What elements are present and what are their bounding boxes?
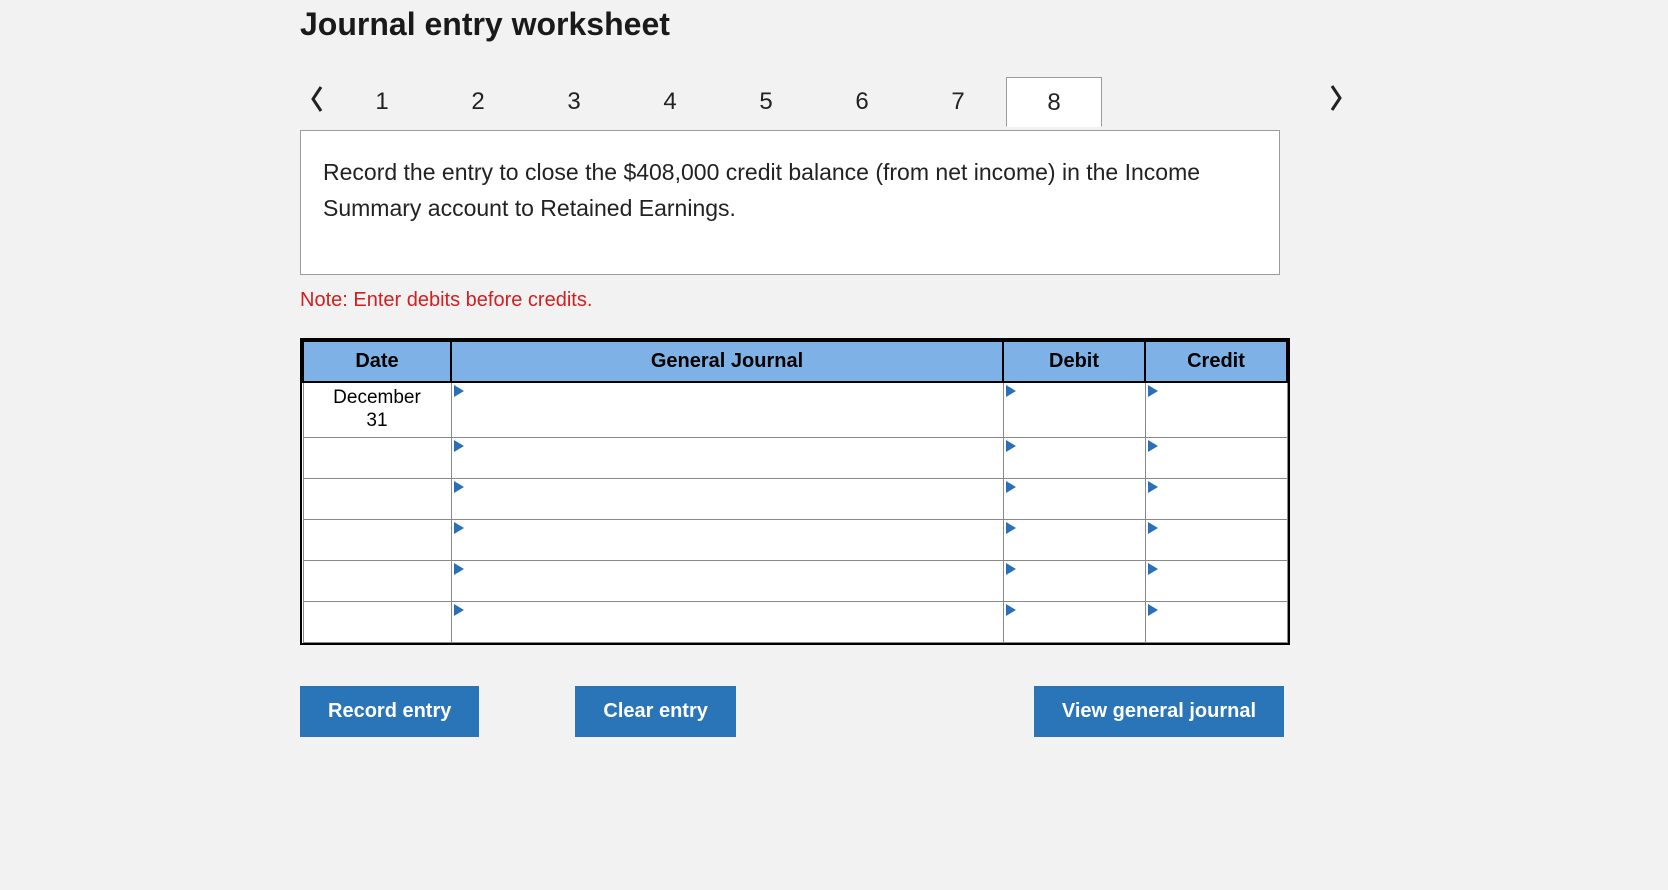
general-journal-cell[interactable] — [451, 560, 1003, 601]
dropdown-indicator-icon — [1148, 481, 1158, 493]
general-journal-cell[interactable] — [451, 382, 1003, 437]
dropdown-indicator-icon — [454, 563, 464, 575]
tab-5[interactable]: 5 — [718, 76, 814, 126]
tab-4[interactable]: 4 — [622, 76, 718, 126]
general-journal-cell[interactable] — [451, 478, 1003, 519]
view-general-journal-button[interactable]: View general journal — [1034, 686, 1284, 737]
tab-6[interactable]: 6 — [814, 76, 910, 126]
credit-cell[interactable] — [1145, 478, 1287, 519]
dropdown-indicator-icon — [1006, 440, 1016, 452]
journal-table-wrap: Date General Journal Debit Credit Decemb… — [300, 338, 1290, 645]
record-entry-button[interactable]: Record entry — [300, 686, 479, 737]
tab-1[interactable]: 1 — [334, 76, 430, 126]
page-title: Journal entry worksheet — [300, 6, 1668, 43]
dropdown-indicator-icon — [454, 385, 464, 397]
note-text: Note: Enter debits before credits. — [300, 289, 1668, 312]
dropdown-indicator-icon — [1006, 604, 1016, 616]
dropdown-indicator-icon — [454, 440, 464, 452]
date-cell[interactable] — [303, 560, 451, 601]
general-journal-cell[interactable] — [451, 437, 1003, 478]
date-cell[interactable]: December31 — [303, 382, 451, 437]
chevron-right-icon — [1328, 84, 1344, 117]
clear-entry-button[interactable]: Clear entry — [575, 686, 736, 737]
col-date: Date — [303, 341, 451, 382]
journal-table: Date General Journal Debit Credit Decemb… — [302, 340, 1288, 643]
debit-cell[interactable] — [1003, 601, 1145, 642]
dropdown-indicator-icon — [454, 522, 464, 534]
dropdown-indicator-icon — [1006, 481, 1016, 493]
credit-cell[interactable] — [1145, 519, 1287, 560]
table-row — [303, 478, 1287, 519]
credit-cell[interactable] — [1145, 601, 1287, 642]
credit-cell[interactable] — [1145, 560, 1287, 601]
instruction-text: Record the entry to close the $408,000 c… — [323, 159, 1200, 221]
table-row — [303, 560, 1287, 601]
table-row — [303, 601, 1287, 642]
date-cell[interactable] — [303, 478, 451, 519]
dropdown-indicator-icon — [1148, 440, 1158, 452]
chevron-left-icon — [309, 85, 325, 118]
general-journal-cell[interactable] — [451, 519, 1003, 560]
dropdown-indicator-icon — [1006, 522, 1016, 534]
date-cell[interactable] — [303, 601, 451, 642]
dropdown-indicator-icon — [454, 604, 464, 616]
table-row: December31 — [303, 382, 1287, 437]
col-debit: Debit — [1003, 341, 1145, 382]
dropdown-indicator-icon — [454, 481, 464, 493]
general-journal-cell[interactable] — [451, 601, 1003, 642]
date-cell[interactable] — [303, 519, 451, 560]
credit-cell[interactable] — [1145, 382, 1287, 437]
button-row: Record entry Clear entry View general jo… — [300, 686, 1284, 737]
tab-bar: 1 2 3 4 5 6 7 8 — [300, 71, 1668, 131]
dropdown-indicator-icon — [1148, 522, 1158, 534]
dropdown-indicator-icon — [1006, 385, 1016, 397]
tab-3[interactable]: 3 — [526, 76, 622, 126]
debit-cell[interactable] — [1003, 382, 1145, 437]
debit-cell[interactable] — [1003, 560, 1145, 601]
table-row — [303, 437, 1287, 478]
next-entry-button[interactable] — [1319, 75, 1353, 125]
col-credit: Credit — [1145, 341, 1287, 382]
col-general: General Journal — [451, 341, 1003, 382]
tab-8[interactable]: 8 — [1006, 77, 1102, 127]
debit-cell[interactable] — [1003, 437, 1145, 478]
prev-entry-button[interactable] — [300, 76, 334, 126]
date-cell[interactable] — [303, 437, 451, 478]
credit-cell[interactable] — [1145, 437, 1287, 478]
tab-7[interactable]: 7 — [910, 76, 1006, 126]
instruction-box: Record the entry to close the $408,000 c… — [300, 130, 1280, 275]
dropdown-indicator-icon — [1148, 385, 1158, 397]
debit-cell[interactable] — [1003, 519, 1145, 560]
dropdown-indicator-icon — [1148, 604, 1158, 616]
tab-2[interactable]: 2 — [430, 76, 526, 126]
debit-cell[interactable] — [1003, 478, 1145, 519]
dropdown-indicator-icon — [1148, 563, 1158, 575]
dropdown-indicator-icon — [1006, 563, 1016, 575]
date-value: December31 — [333, 387, 421, 431]
table-row — [303, 519, 1287, 560]
